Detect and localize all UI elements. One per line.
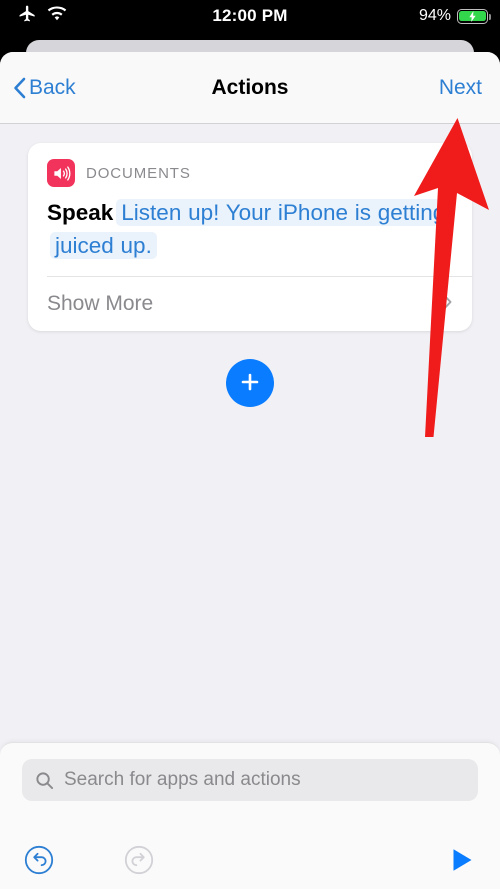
search-input[interactable] [64,769,465,791]
chevron-left-icon [13,77,26,99]
action-card-speak[interactable]: DOCUMENTS Speak Listen up! Your iPhone is… [28,143,472,332]
show-more-label: Show More [47,292,154,316]
battery-charging-icon [457,8,492,24]
plus-icon [238,370,262,397]
action-verb-label: Speak [47,200,114,225]
chevron-right-icon [441,292,453,317]
back-button-label: Back [29,75,76,99]
shortcut-editor-sheet: Back Actions Next DOCUMENTS Speak Listen… [0,52,500,889]
actions-canvas: DOCUMENTS Speak Listen up! Your iPhone is… [0,124,500,814]
status-bar: 12:00 PM 94% [0,0,500,32]
status-bar-right: 94% [418,7,492,25]
redo-circle-icon [124,845,154,875]
navigation-bar: Back Actions Next [0,52,500,124]
search-wrapper [0,743,500,801]
action-card-header: DOCUMENTS [47,159,453,187]
battery-percent-label: 94% [418,7,451,24]
show-more-row[interactable]: Show More [28,277,472,331]
action-card-text: Speak Listen up! Your iPhone is getting j… [47,196,453,262]
search-field[interactable] [22,759,478,801]
iphone-screen: 12:00 PM 94% Back Actions Next DOCUMENTS… [0,0,500,889]
action-card-body: DOCUMENTS Speak Listen up! Your iPhone is… [28,143,472,276]
undo-circle-icon[interactable] [24,845,54,875]
bottom-search-panel [0,742,500,889]
editor-toolbar [0,831,500,889]
search-icon [35,771,54,790]
play-triangle-icon[interactable] [449,847,475,873]
back-button[interactable]: Back [13,76,76,100]
next-button[interactable]: Next [439,76,482,100]
speaker-wave-icon [47,159,75,187]
action-card-app-label: DOCUMENTS [86,164,191,182]
add-action-button[interactable] [226,359,274,407]
